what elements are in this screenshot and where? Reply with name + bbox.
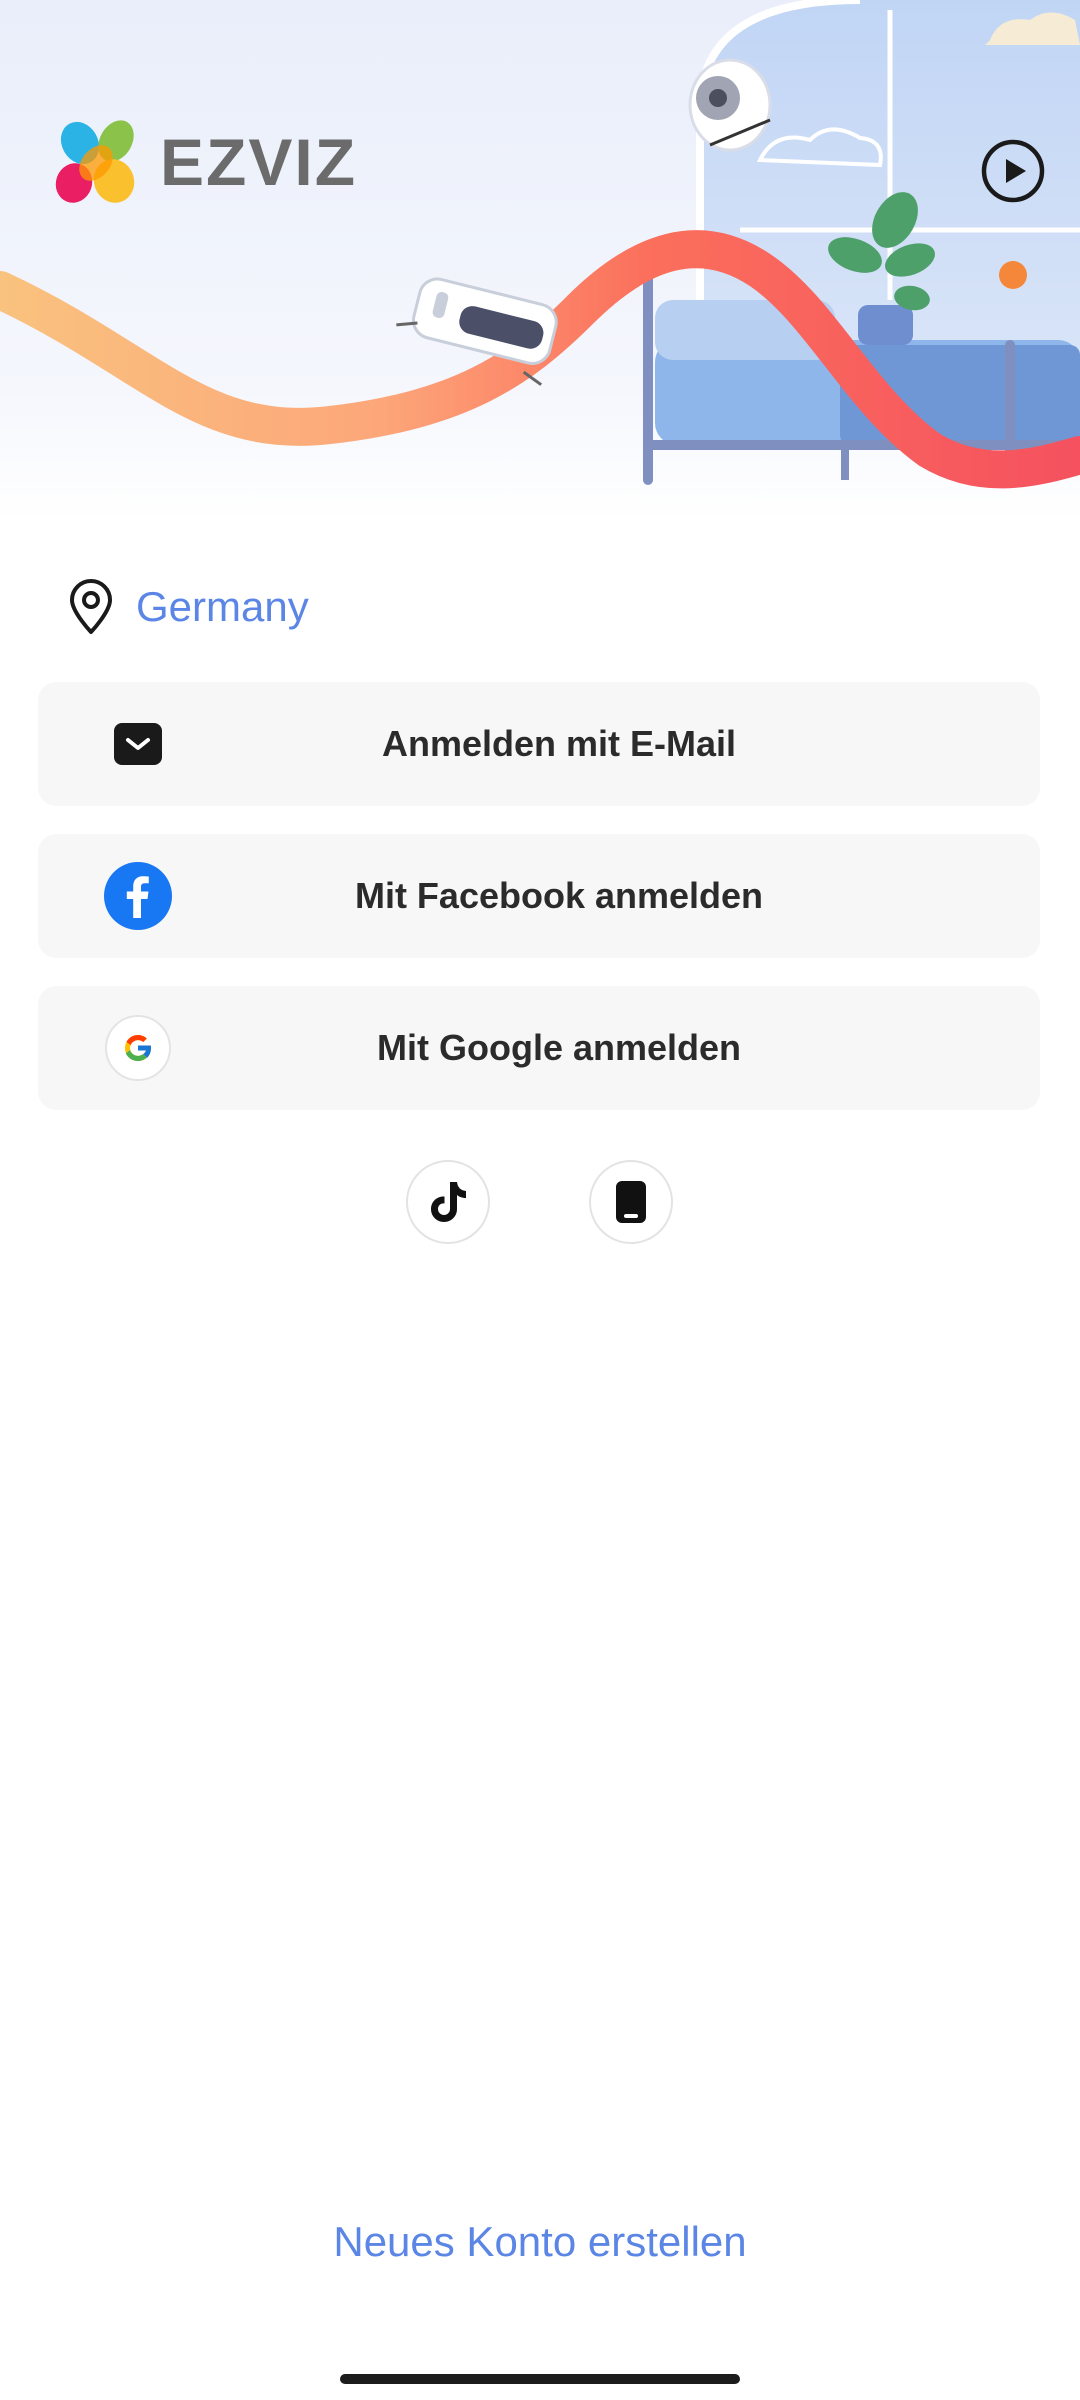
login-google-label: Mit Google anmelden: [376, 1027, 742, 1068]
ezviz-logo-mark: [55, 120, 135, 203]
location-pin-icon: [70, 579, 112, 634]
create-account-link[interactable]: Neues Konto erstellen: [0, 2218, 1080, 2266]
login-email-button[interactable]: Anmelden mit E-Mail: [38, 682, 1040, 806]
login-phone-button[interactable]: [589, 1160, 673, 1244]
login-google-button[interactable]: Mit Google anmelden: [38, 986, 1040, 1110]
play-video-button[interactable]: [980, 138, 1046, 204]
play-circle-icon: [981, 139, 1045, 203]
tiktok-icon: [431, 1182, 466, 1222]
region-selector[interactable]: Germany: [64, 575, 309, 639]
login-screen: EZVIZ Germany Anmelden mit E-Mail Mit Fa…: [0, 0, 1080, 2400]
login-facebook-label: Mit Facebook anmelden: [354, 875, 764, 916]
phone-icon: [616, 1181, 646, 1223]
home-indicator[interactable]: [340, 2374, 740, 2384]
login-tiktok-button[interactable]: [406, 1160, 490, 1244]
login-email-label: Anmelden mit E-Mail: [381, 723, 737, 764]
ezviz-logo: EZVIZ: [50, 115, 390, 215]
login-facebook-button[interactable]: Mit Facebook anmelden: [38, 834, 1040, 958]
region-label: Germany: [136, 583, 309, 630]
ezviz-logo-text: EZVIZ: [160, 125, 358, 199]
hero-illustration: EZVIZ: [0, 0, 1080, 520]
hero-artwork: [0, 0, 1080, 520]
